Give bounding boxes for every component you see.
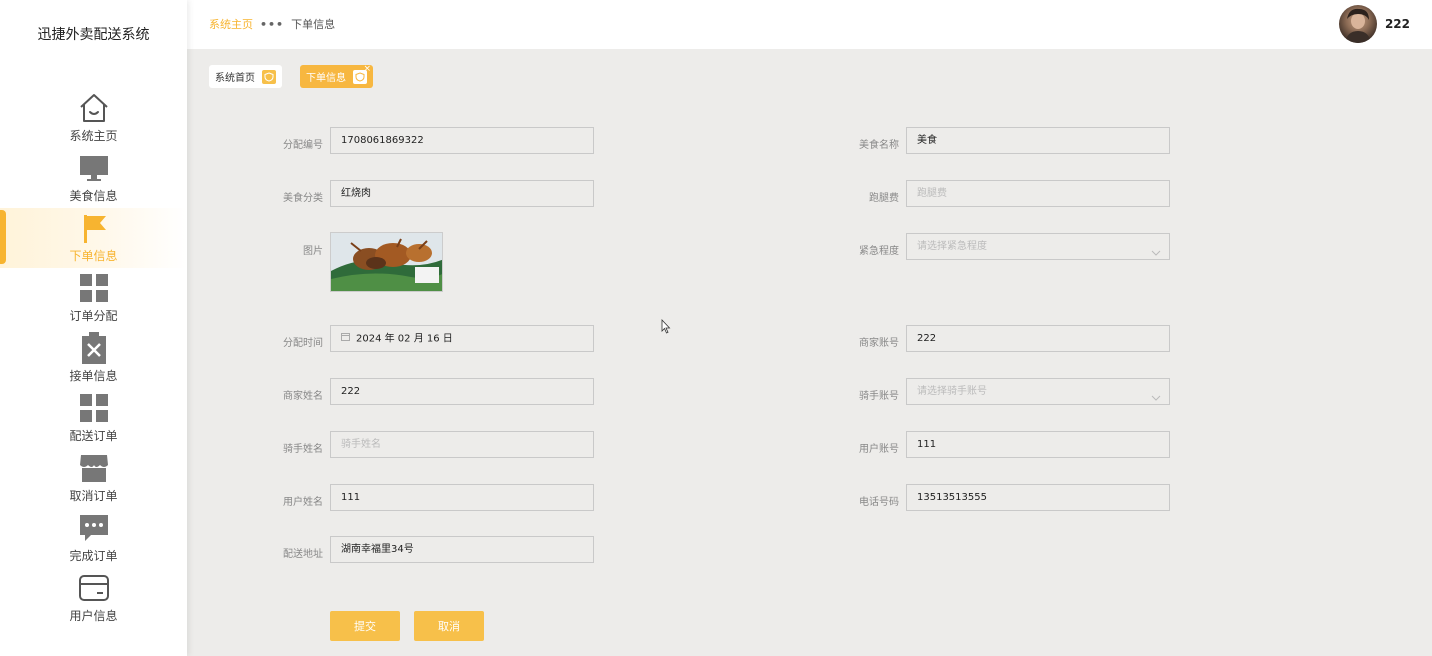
tab-order-info[interactable]: 下单信息 ×	[300, 64, 373, 88]
merchant-account-label: 商家账号	[859, 338, 899, 349]
sidebar-item-label: 订单分配	[69, 309, 118, 323]
user-name-label: 用户姓名	[283, 497, 323, 508]
urgency-select[interactable]: 请选择紧急程度	[906, 233, 1170, 260]
mouse-cursor-icon	[661, 318, 671, 338]
card-icon	[77, 571, 111, 605]
sidebar-item-orders[interactable]: 下单信息	[0, 208, 187, 268]
sidebar-item-label: 系统主页	[69, 129, 118, 143]
food-name-field[interactable]: 美食	[906, 127, 1170, 154]
sidebar-item-home[interactable]: 系统主页	[0, 88, 187, 148]
close-icon[interactable]: ×	[363, 64, 371, 74]
breadcrumb-current: 下单信息	[291, 18, 336, 31]
breadcrumb-separator: •••	[260, 17, 285, 31]
submit-button[interactable]: 提交	[330, 611, 400, 641]
avatar[interactable]	[1338, 5, 1377, 43]
dispatch-time-field[interactable]: 2024 年 02 月 16 日	[330, 325, 594, 352]
dispatch-time-label: 分配时间	[283, 338, 323, 349]
sidebar-item-dispatch[interactable]: 订单分配	[0, 268, 187, 328]
flag-icon	[77, 211, 111, 245]
sidebar-nav: 系统主页 美食信息 下单信息 订单分配 接单信息 配送订单 取消订单 完成订单 …	[0, 88, 187, 628]
breadcrumb: 系统主页 ••• 下单信息	[209, 16, 335, 32]
sidebar-item-cancel[interactable]: 取消订单	[0, 448, 187, 508]
address-label: 配送地址	[283, 549, 323, 560]
food-category-label: 美食分类	[283, 193, 323, 204]
clipboard-x-icon	[77, 331, 111, 365]
username: 222	[1384, 17, 1410, 31]
rider-name-field[interactable]: 骑手姓名	[330, 431, 594, 458]
home-icon	[77, 91, 111, 125]
store-icon	[77, 451, 111, 485]
sidebar-item-label: 美食信息	[69, 189, 118, 203]
dispatch-no-label: 分配编号	[283, 140, 323, 151]
top-header: 系统主页 ••• 下单信息 222	[187, 0, 1432, 49]
merchant-name-label: 商家姓名	[283, 391, 323, 402]
rider-account-select[interactable]: 请选择骑手账号	[906, 378, 1170, 405]
sidebar-item-users[interactable]: 用户信息	[0, 568, 187, 628]
sidebar-item-accept[interactable]: 接单信息	[0, 328, 187, 388]
delivery-fee-field[interactable]: 跑腿费	[906, 180, 1170, 207]
shield-icon	[262, 69, 276, 84]
dispatch-time-value: 2024 年 02 月 16 日	[356, 333, 453, 345]
chat-icon	[77, 511, 111, 545]
phone-label: 电话号码	[859, 497, 899, 508]
sidebar-item-food[interactable]: 美食信息	[0, 148, 187, 208]
user-account-label: 用户账号	[859, 444, 899, 455]
sidebar-item-delivery[interactable]: 配送订单	[0, 388, 187, 448]
breadcrumb-home[interactable]: 系统主页	[209, 16, 253, 32]
rider-account-label: 骑手账号	[859, 391, 899, 402]
tab-home[interactable]: 系统首页	[209, 65, 282, 88]
phone-field[interactable]: 13513513555	[906, 484, 1170, 511]
user-menu[interactable]: 222	[1338, 5, 1410, 43]
food-name-label: 美食名称	[859, 140, 899, 151]
tab-label: 下单信息	[306, 73, 346, 84]
merchant-account-field[interactable]: 222	[906, 325, 1170, 352]
food-category-field[interactable]: 红烧肉	[330, 180, 594, 207]
monitor-icon	[77, 151, 111, 185]
chevron-down-icon	[1151, 242, 1161, 267]
sidebar: 迅捷外卖配送系统 系统主页 美食信息 下单信息 订单分配 接单信息 配送订单 取…	[0, 0, 187, 656]
address-field[interactable]: 湖南幸福里34号	[330, 536, 594, 563]
sidebar-item-label: 取消订单	[69, 489, 118, 503]
sidebar-item-label: 下单信息	[69, 249, 118, 263]
sidebar-item-complete[interactable]: 完成订单	[0, 508, 187, 568]
cancel-button[interactable]: 取消	[414, 611, 484, 641]
grid-icon	[77, 391, 111, 425]
sidebar-item-label: 用户信息	[69, 609, 118, 623]
delivery-fee-label: 跑腿费	[869, 193, 899, 204]
user-account-field[interactable]: 111	[906, 431, 1170, 458]
sidebar-item-label: 接单信息	[69, 369, 118, 383]
calendar-icon	[341, 326, 350, 351]
chevron-down-icon	[1151, 387, 1161, 412]
rider-account-placeholder: 请选择骑手账号	[917, 386, 987, 397]
sidebar-item-label: 配送订单	[69, 429, 118, 443]
sidebar-item-label: 完成订单	[69, 549, 118, 563]
tab-label: 系统首页	[215, 73, 255, 84]
dispatch-no-field[interactable]: 1708061869322	[330, 127, 594, 154]
app-title: 迅捷外卖配送系统	[37, 27, 150, 43]
picture-label: 图片	[303, 246, 323, 257]
urgency-label: 紧急程度	[859, 246, 899, 257]
grid-icon	[77, 271, 111, 305]
urgency-placeholder: 请选择紧急程度	[917, 241, 987, 252]
food-image[interactable]	[330, 232, 443, 292]
rider-name-label: 骑手姓名	[283, 444, 323, 455]
merchant-name-field[interactable]: 222	[330, 378, 594, 405]
user-name-field[interactable]: 111	[330, 484, 594, 511]
